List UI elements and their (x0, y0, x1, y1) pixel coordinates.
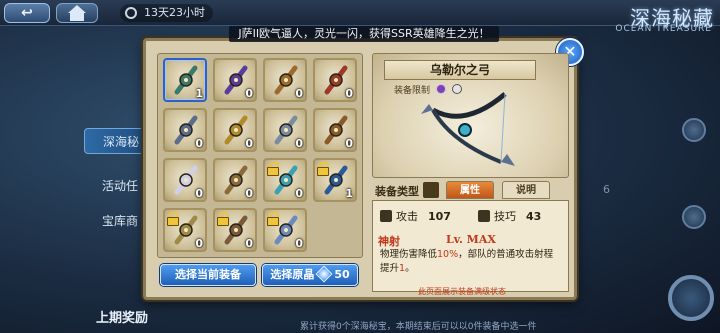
select-origin-crystal-button[interactable]: 选择原晶 50 (262, 264, 358, 286)
stat-attack-label: 攻击 (396, 210, 418, 223)
item-count: 0 (295, 137, 303, 150)
last-reward-label[interactable]: 上期奖励 (96, 307, 148, 326)
tab-description[interactable]: 说明 (502, 181, 550, 199)
item-slot-chakram[interactable]: 0 (163, 208, 207, 252)
item-count: 1 (345, 187, 353, 200)
item-count: 0 (245, 187, 253, 200)
item-count: 0 (195, 237, 203, 250)
item-count: 0 (345, 137, 353, 150)
item-count: 0 (295, 187, 303, 200)
clock-icon (125, 7, 137, 19)
equip-type-label: 装备类型 (375, 185, 419, 198)
event-subtitle: OCEAN TREASURE (615, 24, 712, 34)
nav-item-activity[interactable]: 活动任 (84, 173, 150, 199)
origin-cost: 50 (334, 268, 350, 281)
item-count: 0 (195, 187, 203, 200)
class-archer-icon (435, 84, 446, 94)
item-slot-sword-curved[interactable]: 0 (263, 108, 307, 152)
lock-icon (317, 162, 329, 176)
item-slot-bow[interactable]: 1 (163, 58, 207, 102)
class-other-icon (451, 84, 462, 94)
lock-icon (217, 212, 229, 226)
gear-icon[interactable] (668, 275, 714, 321)
stat-attack: 攻击 107 (380, 208, 451, 223)
item-slot-armor-purple[interactable]: 0 (213, 58, 257, 102)
stat-skill-value: 43 (526, 210, 542, 223)
home-button[interactable] (56, 3, 98, 23)
item-slot-robe-white[interactable]: 0 (163, 158, 207, 202)
top-bar (0, 0, 720, 26)
event-timer: 13天23小时 (120, 4, 213, 22)
item-count: 0 (245, 87, 253, 100)
item-slot-staff-blue[interactable]: 1 (313, 158, 357, 202)
back-button[interactable]: ↩ (4, 3, 50, 23)
item-count: 0 (195, 137, 203, 150)
item-slot-gauntlet[interactable]: 0 (163, 108, 207, 152)
item-slot-armor-blue[interactable]: 0 (263, 208, 307, 252)
item-count: 0 (295, 237, 303, 250)
skill-description: 物理伤害降低10%，部队的普通攻击射程提升1。 (380, 248, 560, 276)
stat-attack-value: 107 (428, 210, 451, 223)
item-slot-staff-red[interactable]: 0 (313, 58, 357, 102)
skill-name: 神射 (378, 235, 400, 248)
item-count: 0 (345, 87, 353, 100)
lock-icon (267, 212, 279, 226)
nav-item-deep-sea[interactable]: 深海秘 (84, 128, 150, 154)
stat-skill: 技巧 43 (478, 208, 542, 223)
bow-type-icon (423, 182, 439, 198)
restriction-label: 装备限制 (394, 86, 431, 96)
item-slot-scepter-gold[interactable]: 0 (213, 108, 257, 152)
side-icon-1[interactable] (682, 118, 706, 142)
item-count: 1 (195, 87, 203, 100)
skill-icon (478, 210, 490, 222)
item-slot-blade-cyan[interactable]: 0 (263, 158, 307, 202)
lock-icon (267, 162, 279, 176)
item-name: 乌勒尔之弓 (384, 60, 536, 80)
item-slot-hammer[interactable]: 0 (213, 208, 257, 252)
select-current-equipment-button[interactable]: 选择当前装备 (160, 264, 256, 286)
side-icon-2[interactable] (682, 205, 706, 229)
skill-desc-end: 。 (405, 263, 415, 274)
timer-text: 13天23小时 (144, 6, 205, 19)
select-origin-label: 选择原晶 (270, 268, 315, 281)
crystal-icon (315, 265, 333, 283)
max-level-note: 此页面展示装备满级状态 (418, 287, 506, 296)
item-slot-axe[interactable]: 0 (213, 158, 257, 202)
nav-item-shop[interactable]: 宝库商 (84, 208, 150, 234)
bottom-note: 累计获得0个深海秘宝，本期结束后可以以0件装备中选一件 (300, 322, 537, 332)
skill-level: Lv. MAX (446, 233, 496, 246)
equip-type: 装备类型 (375, 182, 439, 199)
item-count: 0 (245, 137, 253, 150)
item-slot-helmet-gold[interactable]: 0 (263, 58, 307, 102)
lock-icon (167, 212, 179, 226)
skill-desc-percent: 10% (437, 249, 459, 260)
faded-count: 6 (603, 183, 610, 196)
attack-icon (380, 210, 392, 222)
stat-skill-label: 技巧 (494, 210, 516, 223)
announcement-banner: J萨II欧气逼人，灵光一闪，获得SSR英雄降生之光！ (229, 26, 499, 42)
item-count: 0 (295, 87, 303, 100)
back-arrow-icon: ↩ (21, 5, 33, 21)
tab-attributes[interactable]: 属性 (446, 181, 494, 199)
skill-desc-1: 物理伤害降低 (380, 249, 438, 260)
item-count: 0 (245, 237, 253, 250)
equip-restriction: 装备限制 (394, 83, 462, 96)
item-slot-shield-round[interactable]: 0 (313, 108, 357, 152)
